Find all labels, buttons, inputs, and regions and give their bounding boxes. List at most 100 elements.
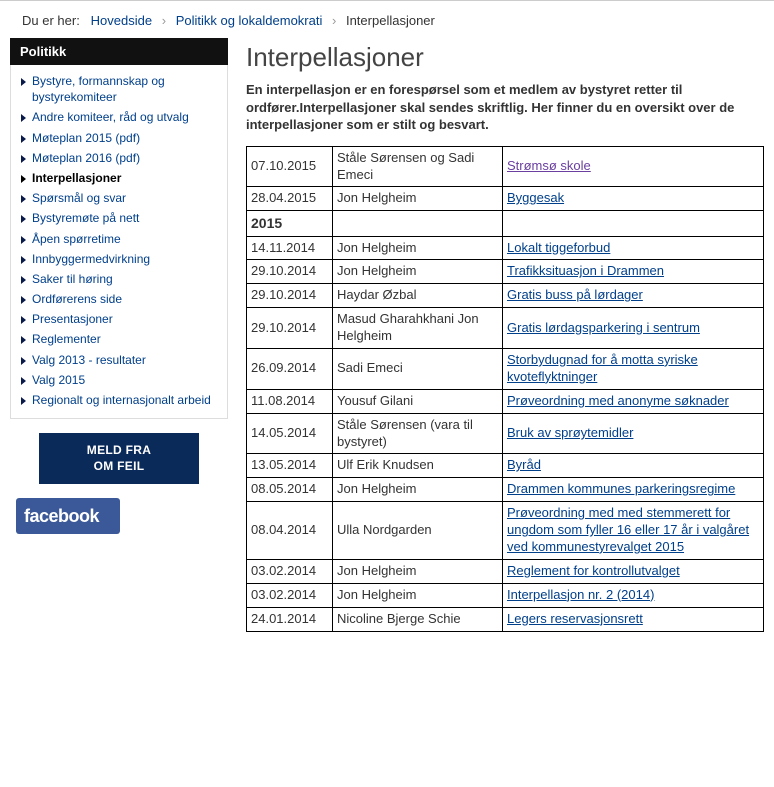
person-cell: Ståle Sørensen (vara til bystyret) bbox=[333, 413, 503, 454]
triangle-right-icon bbox=[21, 377, 26, 385]
sidebar-item[interactable]: Valg 2013 - resultater bbox=[11, 350, 227, 370]
year-header-cell: 2015 bbox=[247, 211, 333, 236]
topic-link[interactable]: Reglement for kontrollutvalget bbox=[507, 563, 680, 578]
sidebar-item[interactable]: Møteplan 2016 (pdf) bbox=[11, 148, 227, 168]
sidebar-item[interactable]: Åpen spørretime bbox=[11, 229, 227, 249]
table-row: 28.04.2015Jon HelgheimByggesak bbox=[247, 187, 764, 211]
triangle-right-icon bbox=[21, 135, 26, 143]
triangle-right-icon bbox=[21, 336, 26, 344]
table-row: 14.11.2014Jon Helgheim Lokalt tiggeforbud bbox=[247, 236, 764, 260]
sidebar-item-link[interactable]: Valg 2013 - resultater bbox=[32, 352, 146, 368]
topic-link[interactable]: Byråd bbox=[507, 457, 541, 472]
sidebar-item[interactable]: Bystyremøte på nett bbox=[11, 208, 227, 228]
topic-link[interactable]: Strømsø skole bbox=[507, 158, 591, 173]
topic-link[interactable]: Interpellasjon nr. 2 (2014) bbox=[507, 587, 654, 602]
triangle-right-icon bbox=[21, 215, 26, 223]
topic-link[interactable]: Lokalt tiggeforbud bbox=[507, 240, 610, 255]
sidebar-item-link[interactable]: Valg 2015 bbox=[32, 372, 85, 388]
table-row: 2015 bbox=[247, 211, 764, 236]
topic-link[interactable]: Bruk av sprøytemidler bbox=[507, 425, 633, 440]
person-cell: Jon Helgheim bbox=[333, 236, 503, 260]
table-row: 03.02.2014Jon HelgheimReglement for kont… bbox=[247, 559, 764, 583]
sidebar-item-link[interactable]: Bystyremøte på nett bbox=[32, 210, 139, 226]
sidebar-item-link[interactable]: Ordførerens side bbox=[32, 291, 122, 307]
sidebar-item-link[interactable]: Møteplan 2015 (pdf) bbox=[32, 130, 140, 146]
date-cell: 14.11.2014 bbox=[247, 236, 333, 260]
sidebar-item-link[interactable]: Andre komiteer, råd og utvalg bbox=[32, 109, 189, 125]
page-title: Interpellasjoner bbox=[246, 42, 764, 73]
sidebar-item[interactable]: Reglementer bbox=[11, 329, 227, 349]
facebook-badge[interactable]: facebook bbox=[16, 498, 120, 534]
topic-link[interactable]: Prøveordning med anonyme søknader bbox=[507, 393, 729, 408]
date-cell: 14.05.2014 bbox=[247, 413, 333, 454]
sidebar-item-link[interactable]: Bystyre, formannskap og bystyrekomiteer bbox=[32, 73, 221, 105]
triangle-right-icon bbox=[21, 155, 26, 163]
table-row: 08.04.2014Ulla NordgardenPrøveordning me… bbox=[247, 502, 764, 560]
person-cell: Jon Helgheim bbox=[333, 559, 503, 583]
sidebar: Politikk Bystyre, formannskap og bystyre… bbox=[10, 38, 228, 632]
sidebar-item[interactable]: Andre komiteer, råd og utvalg bbox=[11, 107, 227, 127]
topic-link[interactable]: Gratis lørdagsparkering i sentrum bbox=[507, 320, 700, 335]
sidebar-item[interactable]: Regionalt og internasjonalt arbeid bbox=[11, 390, 227, 410]
topic-link[interactable]: Gratis buss på lørdager bbox=[507, 287, 643, 302]
main-content: Interpellasjoner En interpellasjon er en… bbox=[246, 38, 764, 632]
sidebar-item[interactable]: Valg 2015 bbox=[11, 370, 227, 390]
person-cell: Nicoline Bjerge Schie bbox=[333, 607, 503, 631]
sidebar-item[interactable]: Ordførerens side bbox=[11, 289, 227, 309]
sidebar-item-link[interactable]: Interpellasjoner bbox=[32, 170, 121, 186]
sidebar-item[interactable]: Spørsmål og svar bbox=[11, 188, 227, 208]
triangle-right-icon bbox=[21, 296, 26, 304]
sidebar-item-link[interactable]: Saker til høring bbox=[32, 271, 113, 287]
sidebar-item-link[interactable]: Reglementer bbox=[32, 331, 101, 347]
topic-cell: Prøveordning med anonyme søknader bbox=[503, 389, 764, 413]
table-row: 29.10.2014Masud Gharahkhani Jon Helgheim… bbox=[247, 308, 764, 349]
page-intro: En interpellasjon er en forespørsel som … bbox=[246, 81, 764, 134]
triangle-right-icon bbox=[21, 256, 26, 264]
breadcrumb-link-0[interactable]: Hovedside bbox=[91, 13, 152, 28]
person-cell: Yousuf Gilani bbox=[333, 389, 503, 413]
sidebar-item[interactable]: Innbyggermedvirkning bbox=[11, 249, 227, 269]
sidebar-item[interactable]: Bystyre, formannskap og bystyrekomiteer bbox=[11, 71, 227, 107]
topic-link[interactable]: Trafikksituasjon i Drammen bbox=[507, 263, 664, 278]
person-cell: Jon Helgheim bbox=[333, 187, 503, 211]
topic-link[interactable]: Storbydugnad for å motta syriske kvotefl… bbox=[507, 352, 698, 384]
topic-link[interactable]: Prøveordning med med stemmerett for ungd… bbox=[507, 505, 749, 554]
triangle-right-icon bbox=[21, 195, 26, 203]
date-cell: 29.10.2014 bbox=[247, 284, 333, 308]
table-row: 26.09.2014Sadi EmeciStorbydugnad for å m… bbox=[247, 348, 764, 389]
person-cell: Masud Gharahkhani Jon Helgheim bbox=[333, 308, 503, 349]
topic-link[interactable]: Legers reservasjonsrett bbox=[507, 611, 643, 626]
person-cell: Ulf Erik Knudsen bbox=[333, 454, 503, 478]
table-row: 07.10.2015Ståle Sørensen og Sadi EmeciSt… bbox=[247, 146, 764, 187]
table-row: 29.10.2014Jon HelgheimTrafikksituasjon i… bbox=[247, 260, 764, 284]
sidebar-item[interactable]: Saker til høring bbox=[11, 269, 227, 289]
table-row: 13.05.2014Ulf Erik KnudsenByråd bbox=[247, 454, 764, 478]
chevron-right-icon: › bbox=[326, 13, 342, 28]
breadcrumb-link-1[interactable]: Politikk og lokaldemokrati bbox=[176, 13, 323, 28]
sidebar-item-link[interactable]: Møteplan 2016 (pdf) bbox=[32, 150, 140, 166]
sidebar-item[interactable]: Møteplan 2015 (pdf) bbox=[11, 128, 227, 148]
topic-cell: Strømsø skole bbox=[503, 146, 764, 187]
topic-cell: Gratis buss på lørdager bbox=[503, 284, 764, 308]
sidebar-item-link[interactable]: Presentasjoner bbox=[32, 311, 113, 327]
topic-link[interactable]: Drammen kommunes parkeringsregime bbox=[507, 481, 735, 496]
sidebar-item[interactable]: Presentasjoner bbox=[11, 309, 227, 329]
date-cell: 26.09.2014 bbox=[247, 348, 333, 389]
report-error-button[interactable]: MELD FRA OM FEIL bbox=[39, 433, 199, 484]
person-cell: Ståle Sørensen og Sadi Emeci bbox=[333, 146, 503, 187]
breadcrumb-label: Du er her: bbox=[22, 13, 80, 28]
sidebar-item-link[interactable]: Innbyggermedvirkning bbox=[32, 251, 150, 267]
date-cell: 08.04.2014 bbox=[247, 502, 333, 560]
sidebar-item-link[interactable]: Åpen spørretime bbox=[32, 231, 121, 247]
triangle-right-icon bbox=[21, 397, 26, 405]
date-cell: 29.10.2014 bbox=[247, 308, 333, 349]
triangle-right-icon bbox=[21, 276, 26, 284]
triangle-right-icon bbox=[21, 357, 26, 365]
sidebar-item-link[interactable]: Regionalt og internasjonalt arbeid bbox=[32, 392, 211, 408]
topic-cell: Byråd bbox=[503, 454, 764, 478]
triangle-right-icon bbox=[21, 236, 26, 244]
topic-link[interactable]: Byggesak bbox=[507, 190, 564, 205]
person-cell: Jon Helgheim bbox=[333, 260, 503, 284]
sidebar-item-link[interactable]: Spørsmål og svar bbox=[32, 190, 126, 206]
sidebar-item[interactable]: Interpellasjoner bbox=[11, 168, 227, 188]
